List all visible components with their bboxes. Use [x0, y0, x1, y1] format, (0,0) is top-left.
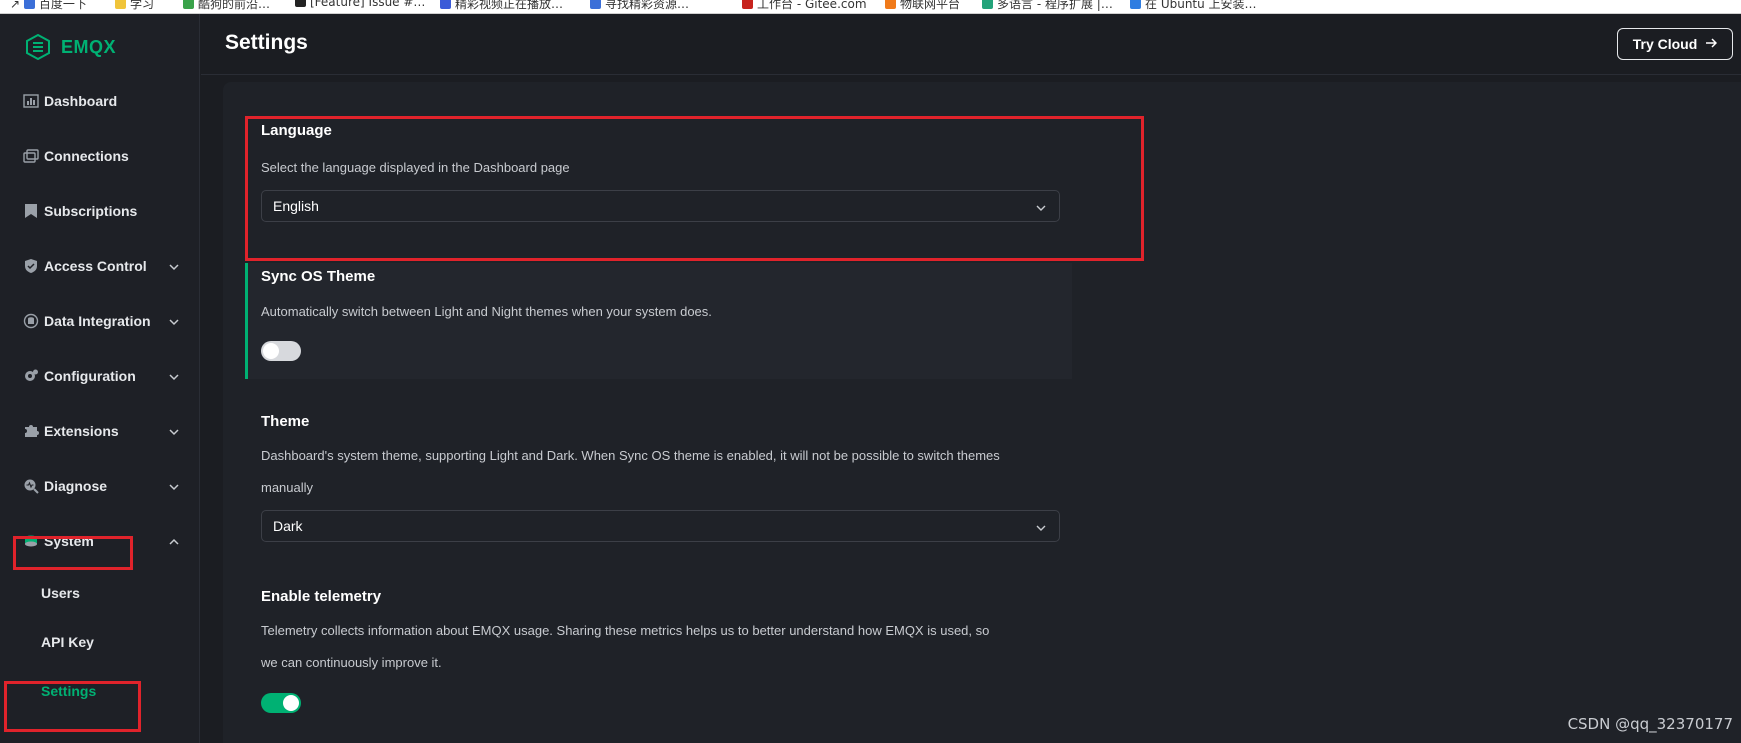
theme-title: Theme	[261, 413, 310, 430]
telemetry-toggle[interactable]	[261, 693, 301, 713]
language-title: Language	[261, 122, 332, 139]
logo[interactable]: EMQX	[25, 33, 117, 61]
language-description: Select the language displayed in the Das…	[261, 160, 570, 175]
bookmark-item[interactable]: 学习	[115, 0, 154, 12]
sidebar-subitem-api-key[interactable]: API Key	[41, 634, 94, 650]
system-icon	[22, 532, 40, 550]
sidebar-item-connections[interactable]: Connections	[0, 136, 200, 176]
chevron-down-icon	[168, 480, 180, 492]
chevron-down-icon	[1035, 201, 1047, 213]
telemetry-description: Telemetry collects information about EMQ…	[261, 623, 990, 638]
sidebar-item-system[interactable]: System	[0, 521, 200, 561]
theme-select[interactable]: Dark	[261, 510, 1060, 542]
telemetry-title: Enable telemetry	[261, 588, 382, 605]
subscriptions-icon	[22, 202, 40, 220]
sidebar-item-extensions[interactable]: Extensions	[0, 411, 200, 451]
theme-description-cont: manually	[261, 480, 314, 495]
bookmark-item[interactable]: 酷狗的前沿…	[183, 0, 270, 12]
sidebar-subitem-users[interactable]: Users	[41, 585, 80, 601]
sidebar-item-configuration[interactable]: Configuration	[0, 356, 200, 396]
brand-name: EMQX	[61, 36, 117, 57]
sidebar-item-data-integration[interactable]: Data Integration	[0, 301, 200, 341]
sidebar: EMQX Dashboard Connections Subscriptions…	[0, 14, 200, 743]
sync-os-theme-toggle[interactable]	[261, 341, 301, 361]
bookmark-item[interactable]: 在 Ubuntu 上安装…	[1130, 0, 1257, 12]
sidebar-item-subscriptions[interactable]: Subscriptions	[0, 191, 200, 231]
chevron-down-icon	[168, 370, 180, 382]
sync-os-theme-description: Automatically switch between Light and N…	[261, 304, 712, 319]
bookmark-item[interactable]: 精彩视频正在播放…	[440, 0, 563, 12]
try-cloud-button[interactable]: Try Cloud	[1617, 28, 1733, 60]
chevron-up-icon	[168, 535, 180, 547]
toggle-knob	[283, 695, 299, 711]
chevron-down-icon	[168, 260, 180, 272]
bookmark-item[interactable]: ↗ 百度一下	[10, 0, 87, 12]
chevron-down-icon	[1035, 521, 1047, 533]
gear-icon	[22, 367, 40, 385]
emqx-logo-icon	[25, 33, 51, 61]
bookmark-item[interactable]: 工作台 - Gitee.com	[742, 0, 867, 12]
bookmarks-bar: ↗ 百度一下 学习 酷狗的前沿… [Feature] Issue #… 精彩视频…	[0, 0, 1741, 14]
bookmark-item[interactable]: 物联网平台	[885, 0, 960, 12]
puzzle-icon	[22, 422, 40, 440]
sidebar-item-access-control[interactable]: Access Control	[0, 246, 200, 286]
telemetry-description-cont: we can continuously improve it.	[261, 655, 442, 670]
diagnose-icon	[22, 477, 40, 495]
sync-os-theme-title: Sync OS Theme	[261, 268, 376, 285]
sidebar-item-dashboard[interactable]: Dashboard	[0, 81, 200, 121]
bookmark-item[interactable]: [Feature] Issue #…	[295, 0, 425, 9]
page-title: Settings	[225, 31, 308, 54]
chevron-down-icon	[168, 315, 180, 327]
chevron-down-icon	[168, 425, 180, 437]
data-integration-icon	[22, 312, 40, 330]
sidebar-subitem-settings[interactable]: Settings	[41, 683, 96, 699]
language-select[interactable]: English	[261, 190, 1060, 222]
arrow-right-icon	[1705, 36, 1718, 52]
shield-icon	[22, 257, 40, 275]
sidebar-item-diagnose[interactable]: Diagnose	[0, 466, 200, 506]
bookmark-item[interactable]: 寻找精彩资源…	[590, 0, 689, 12]
theme-description: Dashboard's system theme, supporting Lig…	[261, 448, 1000, 463]
dashboard-icon	[22, 92, 40, 110]
toggle-knob	[263, 343, 279, 359]
bookmark-item[interactable]: 多语言 - 程序扩展 |…	[982, 0, 1113, 12]
connections-icon	[22, 147, 40, 165]
page-header: Settings Try Cloud	[201, 14, 1741, 75]
watermark: CSDN @qq_32370177	[1567, 715, 1733, 733]
